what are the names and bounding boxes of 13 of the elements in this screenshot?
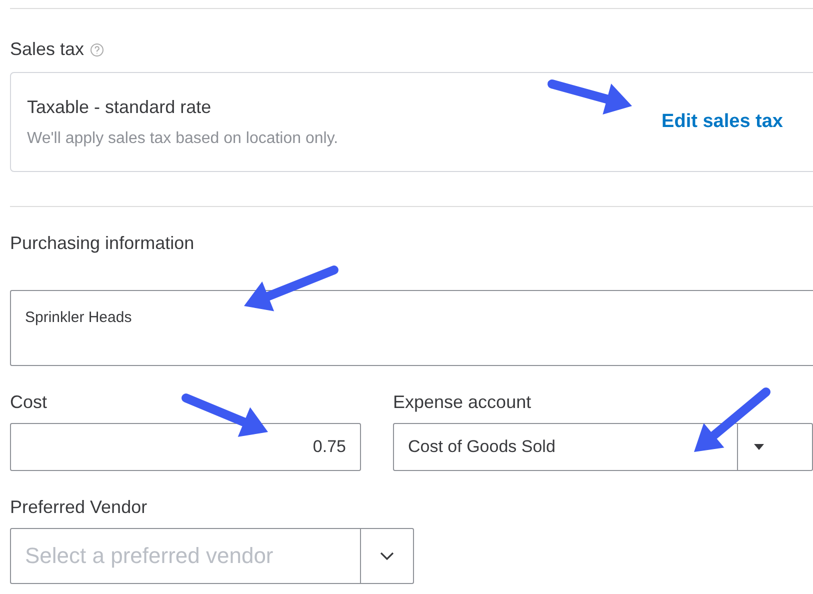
caret-icon (754, 444, 764, 450)
section-label: Sales tax (10, 39, 84, 60)
section-label: Purchasing information (10, 233, 194, 254)
cost-field[interactable]: 0.75 (10, 423, 361, 471)
tax-note: We'll apply sales tax based on location only. (27, 130, 338, 148)
chevron-icon (380, 552, 394, 560)
help-icon[interactable] (90, 42, 104, 56)
edit-sales-tax-link[interactable]: Edit sales tax (662, 111, 783, 133)
description-field[interactable]: Sprinkler Heads (10, 290, 813, 366)
field-label: Expense account (393, 392, 532, 413)
field-label: Preferred Vendor (10, 497, 148, 518)
tax-status: Taxable - standard rate (27, 96, 212, 118)
field-label: Cost (10, 392, 48, 413)
